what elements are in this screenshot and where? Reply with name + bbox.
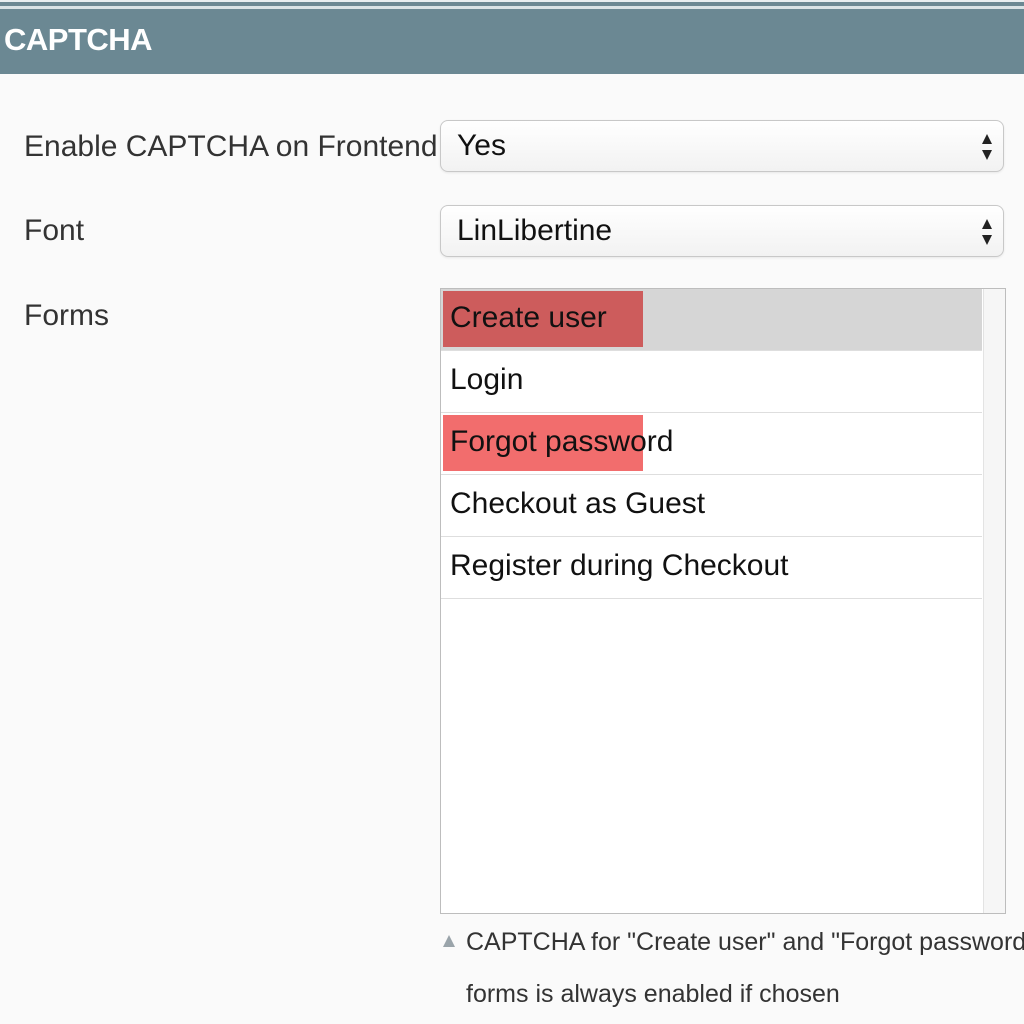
section-header[interactable]: CAPTCHA (0, 0, 1024, 74)
forms-label: Forms (24, 299, 109, 332)
multiselect-scrollbar[interactable] (983, 289, 1005, 913)
form-option-register-checkout[interactable]: Register during Checkout (441, 537, 982, 599)
note-line-1: CAPTCHA for "Create user" and "Forgot pa… (466, 928, 1024, 956)
font-value: LinLibertine (457, 214, 613, 247)
option-label: Login (450, 363, 524, 396)
updown-arrows-icon (982, 219, 992, 245)
updown-arrows-icon (982, 134, 992, 160)
triangle-note-icon (443, 935, 455, 947)
enable-captcha-select[interactable]: Yes (440, 120, 1004, 172)
option-label: Create user (450, 301, 607, 334)
font-select[interactable]: LinLibertine (440, 205, 1004, 257)
form-option-checkout-guest[interactable]: Checkout as Guest (441, 475, 982, 537)
form-option-login[interactable]: Login (441, 351, 982, 413)
option-label: Register during Checkout (450, 549, 789, 582)
header-top-line (0, 6, 1024, 9)
form-option-create-user[interactable]: Create user (441, 289, 982, 351)
form-option-forgot-password[interactable]: Forgot password (441, 413, 982, 475)
forms-multiselect[interactable]: Create user Login Forgot password Checko… (440, 288, 1006, 914)
section-title: CAPTCHA (4, 22, 153, 57)
font-label: Font (24, 214, 85, 247)
option-label: Checkout as Guest (450, 487, 706, 520)
captcha-config-page: CAPTCHA Enable CAPTCHA on Frontend Yes F… (0, 0, 1024, 1024)
option-label: Forgot password (450, 425, 674, 458)
note-line-2: forms is always enabled if chosen (466, 980, 840, 1008)
enable-captcha-label: Enable CAPTCHA on Frontend (24, 130, 438, 163)
enable-captcha-value: Yes (457, 129, 506, 162)
